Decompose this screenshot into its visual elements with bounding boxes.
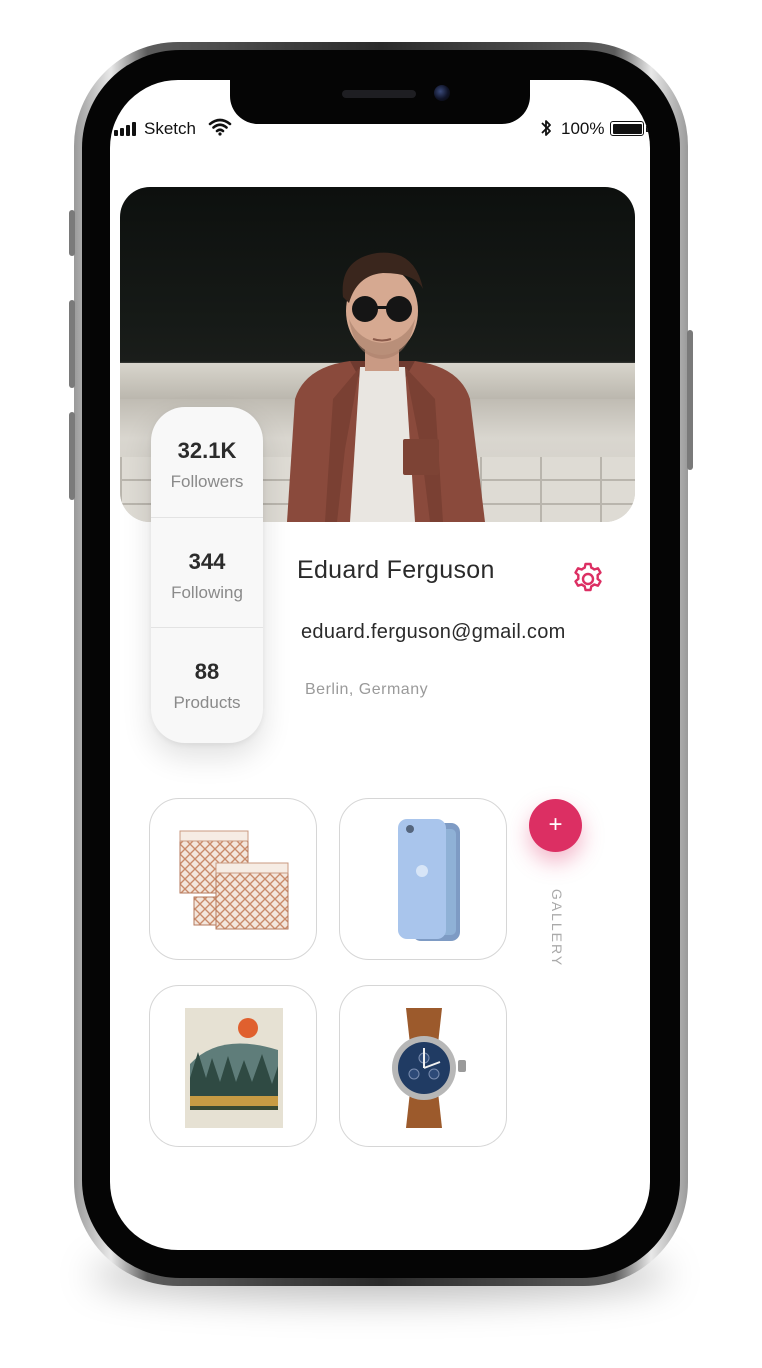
phone-screen: Sketch 100% 32.1K Followers 344 Followin… — [110, 80, 650, 1250]
portrait-person — [287, 252, 485, 522]
stat-label: Following — [171, 583, 243, 602]
stat-value: 344 — [188, 549, 226, 574]
forest-painting-image — [185, 1008, 283, 1128]
wifi-icon — [208, 118, 232, 136]
volume-down-button — [69, 412, 75, 500]
earpiece-speaker — [342, 90, 416, 98]
add-button[interactable]: + — [529, 799, 582, 852]
stats-card: 32.1K Followers 344 Following 88 Product… — [151, 407, 263, 743]
mute-switch — [69, 210, 75, 256]
signal-icon — [114, 122, 138, 136]
battery-percent: 100% — [561, 119, 605, 138]
profile-email: eduard.ferguson@gmail.com — [301, 621, 566, 643]
stat-products[interactable]: 88 Products — [151, 627, 263, 737]
volume-up-button — [69, 300, 75, 388]
phone-case-image — [398, 819, 460, 941]
front-camera — [434, 85, 450, 101]
battery-icon — [610, 121, 644, 136]
carrier-name: Sketch — [144, 119, 196, 138]
gallery-item[interactable] — [149, 985, 317, 1147]
stat-label: Products — [173, 693, 241, 712]
stat-value: 88 — [194, 659, 220, 684]
wristwatch-image — [392, 1008, 466, 1128]
gallery-item[interactable] — [149, 798, 317, 960]
bluetooth-icon — [541, 120, 551, 136]
stat-followers[interactable]: 32.1K Followers — [151, 407, 263, 517]
storage-boxes-image — [179, 830, 289, 930]
stat-label: Followers — [170, 472, 244, 491]
gear-icon[interactable] — [570, 561, 606, 597]
battery-cap — [646, 126, 649, 132]
power-button — [687, 330, 693, 470]
profile-location: Berlin, Germany — [305, 681, 429, 698]
notch — [230, 80, 530, 124]
stat-following[interactable]: 344 Following — [151, 517, 263, 627]
gallery-label: GALLERY — [549, 888, 565, 968]
stat-value: 32.1K — [177, 438, 237, 463]
gallery-item[interactable] — [339, 985, 507, 1147]
profile-name: Eduard Ferguson — [297, 556, 495, 584]
gallery-item[interactable] — [339, 798, 507, 960]
